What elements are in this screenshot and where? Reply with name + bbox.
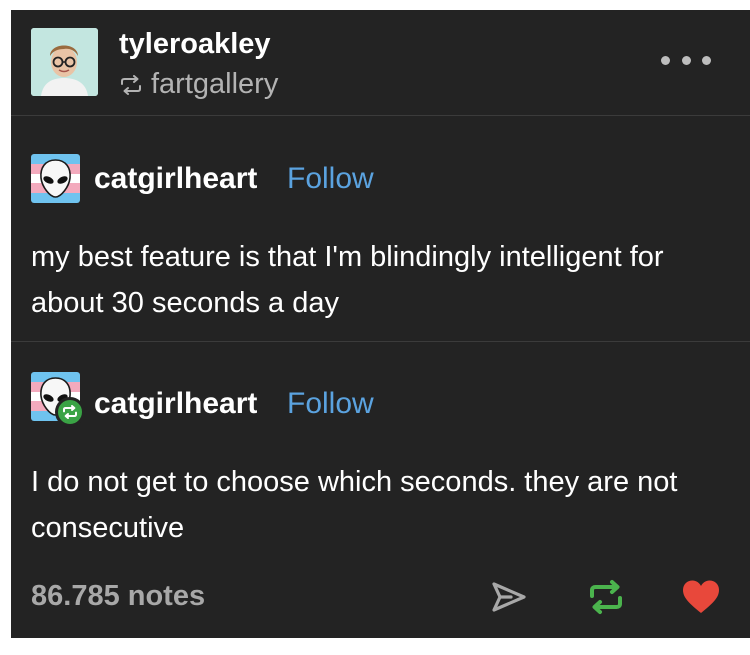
reblog-icon xyxy=(590,580,622,614)
more-options-button[interactable] xyxy=(661,50,711,70)
post-card: tyleroakley fartgallery catgirlheart Fol… xyxy=(11,10,750,638)
reblog-button[interactable] xyxy=(586,579,626,615)
reblog-trail-item: catgirlheart Follow my best feature is t… xyxy=(11,116,750,342)
avatar-portrait-image xyxy=(31,28,98,96)
share-button[interactable] xyxy=(489,579,529,615)
user-avatar[interactable] xyxy=(31,154,80,203)
post-username[interactable]: catgirlheart xyxy=(94,387,257,421)
more-dot-icon xyxy=(702,55,711,65)
more-dot-icon xyxy=(681,55,691,65)
reblog-badge-glyph xyxy=(63,405,77,419)
alien-avatar-icon xyxy=(31,154,80,203)
blog-name[interactable]: tyleroakley xyxy=(119,28,271,61)
blog-avatar[interactable] xyxy=(31,28,98,96)
post-text: I do not get to choose which seconds. th… xyxy=(31,466,678,544)
post-text: my best feature is that I'm blindingly i… xyxy=(31,241,664,319)
more-dot-icon xyxy=(661,55,670,65)
post-username[interactable]: catgirlheart xyxy=(94,162,257,196)
share-icon xyxy=(492,582,526,612)
reblog-small-icon xyxy=(121,74,141,95)
reblog-trail-item: catgirlheart Follow I do not get to choo… xyxy=(11,342,750,562)
reblogged-from[interactable]: fartgallery xyxy=(119,68,278,101)
like-button[interactable] xyxy=(681,579,721,615)
reblog-badge-icon xyxy=(55,397,85,427)
reblogged-from-name: fartgallery xyxy=(151,68,279,100)
follow-button[interactable]: Follow xyxy=(287,387,374,421)
notes-count[interactable]: 86.785 notes xyxy=(31,580,205,613)
heart-icon xyxy=(683,580,719,613)
post-header: tyleroakley fartgallery xyxy=(11,10,750,116)
follow-button[interactable]: Follow xyxy=(287,162,374,196)
